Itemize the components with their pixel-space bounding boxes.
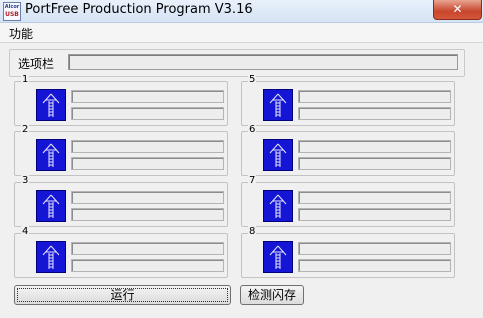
status-bar [71, 259, 224, 272]
app-icon: Alcor USB [3, 2, 21, 21]
progress-bar [71, 242, 224, 255]
menu-bar: 功能 [0, 23, 483, 43]
port-number: 1 [21, 74, 30, 86]
usb-arrow-icon [263, 89, 293, 121]
port-panel-8: 8 [241, 226, 455, 278]
port-panel-6: 6 [241, 124, 455, 176]
options-group: 选项栏 [9, 49, 465, 77]
options-label: 选项栏 [18, 57, 55, 71]
progress-bar [298, 191, 451, 204]
port-number: 2 [21, 124, 30, 136]
menu-item-functions[interactable]: 功能 [9, 25, 33, 42]
title-bar: Alcor USB PortFree Production Program V3… [0, 0, 483, 23]
progress-bar [71, 191, 224, 204]
usb-arrow-icon [263, 139, 293, 171]
window-title: PortFree Production Program V3.16 [25, 2, 253, 17]
status-bar [298, 107, 451, 120]
port-panel-7: 7 [241, 175, 455, 227]
status-bar [298, 259, 451, 272]
status-bar [71, 157, 224, 170]
options-field[interactable] [68, 54, 458, 70]
port-panel-1: 1 [14, 74, 228, 126]
port-number: 3 [21, 175, 30, 187]
port-panel-4: 4 [14, 226, 228, 278]
progress-bar [71, 90, 224, 103]
focus-rectangle [17, 288, 228, 302]
usb-arrow-icon [263, 241, 293, 273]
status-bar [71, 107, 224, 120]
app-icon-bottom-text: USB [5, 11, 19, 18]
status-bar [298, 157, 451, 170]
usb-arrow-icon [36, 241, 66, 273]
progress-bar [71, 140, 224, 153]
app-icon-top-text: Alcor [4, 4, 20, 10]
usb-arrow-icon [36, 190, 66, 222]
port-number: 8 [248, 226, 257, 238]
run-button[interactable]: 运行 [14, 285, 231, 305]
status-bar [298, 208, 451, 221]
port-number: 5 [248, 74, 257, 86]
port-panel-3: 3 [14, 175, 228, 227]
progress-bar [298, 242, 451, 255]
port-number: 7 [248, 175, 257, 187]
check-flash-button[interactable]: 检测闪存 [240, 285, 304, 305]
usb-arrow-icon [36, 139, 66, 171]
port-number: 4 [21, 226, 30, 238]
status-bar [71, 208, 224, 221]
port-panel-5: 5 [241, 74, 455, 126]
close-button[interactable]: ✕ [433, 0, 482, 20]
port-number: 6 [248, 124, 257, 136]
progress-bar [298, 90, 451, 103]
usb-arrow-icon [263, 190, 293, 222]
port-panel-2: 2 [14, 124, 228, 176]
usb-arrow-icon [36, 89, 66, 121]
progress-bar [298, 140, 451, 153]
